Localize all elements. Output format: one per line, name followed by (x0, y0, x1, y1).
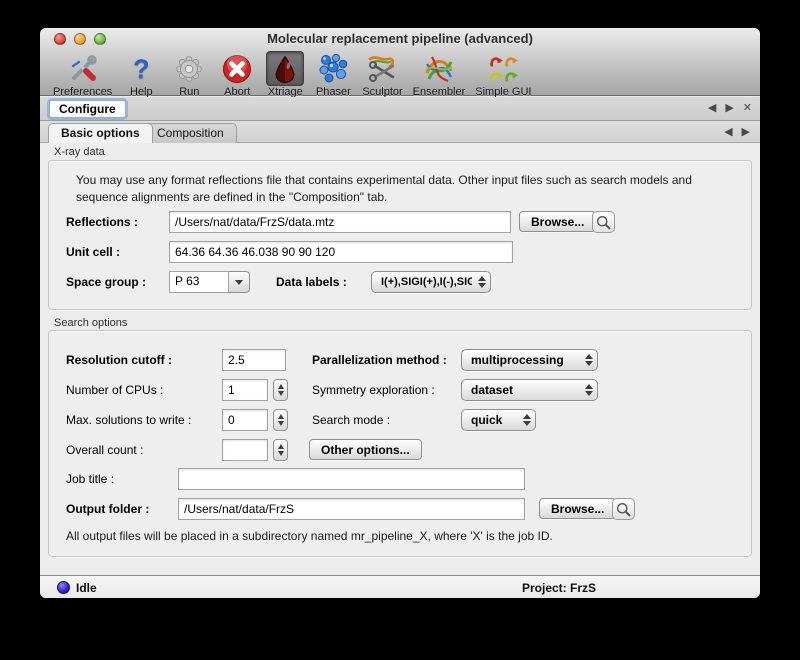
resolution-cutoff-label: Resolution cutoff : (66, 353, 172, 367)
cpus-stepper[interactable] (273, 379, 288, 401)
reflections-preview-button[interactable] (592, 211, 615, 233)
magnifier-icon (615, 501, 632, 518)
document-tab-strip: Configure ◀ ▶ ✕ (40, 97, 760, 121)
window-title: Molecular replacement pipeline (advanced… (40, 28, 760, 50)
output-folder-label: Output folder : (66, 502, 149, 516)
basic-options-panel: X-ray data You may use any format reflec… (40, 143, 760, 575)
unit-cell-input[interactable] (169, 241, 513, 263)
number-of-cpus-label: Number of CPUs : (66, 383, 163, 397)
toolbar-item-help[interactable]: ? Help (117, 50, 165, 98)
combo-arrow-icon[interactable] (229, 271, 250, 293)
tools-icon (64, 51, 102, 86)
tab-composition[interactable]: Composition (144, 123, 237, 143)
toolbar-item-phaser[interactable]: Phaser (309, 50, 357, 98)
resolution-cutoff-input[interactable] (222, 349, 286, 371)
output-folder-input[interactable] (178, 498, 525, 520)
nav-back-icon[interactable]: ◀ (708, 101, 716, 114)
status-bar: Idle Project: FrzS (40, 575, 760, 598)
toolbar-item-preferences[interactable]: Preferences (48, 50, 117, 98)
xray-description-line2: sequence alignments are defined in the "… (76, 190, 387, 204)
search-options-groupbox: Resolution cutoff : Parallelization meth… (48, 330, 752, 557)
other-options-button[interactable]: Other options... (309, 439, 422, 460)
output-preview-button[interactable] (612, 498, 635, 520)
toolbar-item-sculptor[interactable]: Sculptor (357, 50, 407, 98)
nav-forward-icon[interactable]: ▶ (742, 125, 750, 138)
red-drop-icon (266, 51, 304, 86)
status-state: Idle (76, 581, 97, 595)
max-solutions-stepper[interactable] (273, 409, 288, 431)
scissors-icon (363, 51, 401, 86)
blue-molecules-icon (314, 51, 352, 86)
sub-tab-strip: Basic options Composition ◀ ▶ (40, 121, 760, 143)
space-group-value: P 63 (169, 271, 229, 293)
ribbon-grid-icon (484, 51, 522, 86)
popup-arrows-icon (585, 354, 593, 366)
unit-cell-label: Unit cell : (66, 245, 120, 259)
space-group-combo[interactable]: P 63 (169, 271, 250, 293)
tab-basic-options[interactable]: Basic options (48, 123, 153, 143)
tab-close-icon[interactable]: ✕ (743, 101, 752, 114)
search-options-legend: Search options (54, 317, 127, 329)
reflections-label: Reflections : (66, 215, 138, 229)
magnifier-icon (595, 214, 612, 231)
parallelization-method-label: Parallelization method : (312, 353, 447, 367)
overall-count-stepper[interactable] (273, 439, 288, 461)
status-project: Project: FrzS (522, 581, 596, 595)
search-mode-label: Search mode : (312, 413, 390, 427)
symmetry-exploration-label: Symmetry exploration : (312, 383, 435, 397)
number-of-cpus-input[interactable] (222, 379, 268, 401)
window-chrome: Molecular replacement pipeline (advanced… (40, 28, 760, 96)
toolbar: Preferences ? Help (40, 50, 760, 96)
max-solutions-input[interactable] (222, 409, 268, 431)
space-group-label: Space group : (66, 275, 146, 289)
symmetry-exploration-select[interactable]: dataset (461, 379, 598, 401)
symmetry-exploration-value: dataset (471, 383, 579, 397)
toolbar-item-simple-gui[interactable]: Simple GUI (470, 50, 536, 98)
xray-description-line1: You may use any format reflections file … (76, 173, 692, 187)
overall-count-label: Overall count : (66, 443, 143, 457)
toolbar-item-ensembler[interactable]: Ensembler (408, 50, 471, 98)
question-icon: ? (122, 51, 160, 86)
ribbon-tangle-icon (420, 51, 458, 86)
search-mode-value: quick (471, 413, 517, 427)
popup-arrows-icon (523, 414, 531, 426)
data-labels-value: I(+),SIGI(+),I(-),SIGI(-) (381, 276, 472, 288)
titlebar[interactable]: Molecular replacement pipeline (advanced… (40, 28, 760, 50)
toolbar-item-abort[interactable]: Abort (213, 50, 261, 98)
max-solutions-label: Max. solutions to write : (66, 413, 191, 427)
popup-arrows-icon (478, 276, 486, 288)
parallelization-method-value: multiprocessing (471, 353, 579, 367)
status-indicator-icon (57, 581, 70, 594)
search-mode-select[interactable]: quick (461, 409, 536, 431)
popup-arrows-icon (585, 384, 593, 396)
data-labels-label: Data labels : (276, 275, 347, 289)
tab-configure[interactable]: Configure (49, 100, 126, 118)
reflections-input[interactable] (169, 211, 511, 233)
xray-data-groupbox: You may use any format reflections file … (48, 160, 752, 310)
data-labels-select[interactable]: I(+),SIGI(+),I(-),SIGI(-) (371, 271, 491, 293)
output-note: All output files will be placed in a sub… (66, 529, 553, 543)
nav-forward-icon[interactable]: ▶ (725, 101, 733, 114)
xray-data-legend: X-ray data (54, 146, 105, 158)
toolbar-item-xtriage[interactable]: Xtriage (261, 50, 309, 98)
stop-x-icon (218, 51, 256, 86)
app-window: Molecular replacement pipeline (advanced… (40, 28, 760, 598)
toolbar-item-run[interactable]: Run (165, 50, 213, 98)
gear-icon (170, 51, 208, 86)
nav-back-icon[interactable]: ◀ (724, 125, 732, 138)
job-title-input[interactable] (178, 468, 525, 490)
reflections-browse-button[interactable]: Browse... (519, 211, 596, 232)
output-browse-button[interactable]: Browse... (539, 498, 616, 519)
overall-count-input[interactable] (222, 439, 268, 461)
parallelization-method-select[interactable]: multiprocessing (461, 349, 598, 371)
job-title-label: Job title : (66, 472, 114, 486)
